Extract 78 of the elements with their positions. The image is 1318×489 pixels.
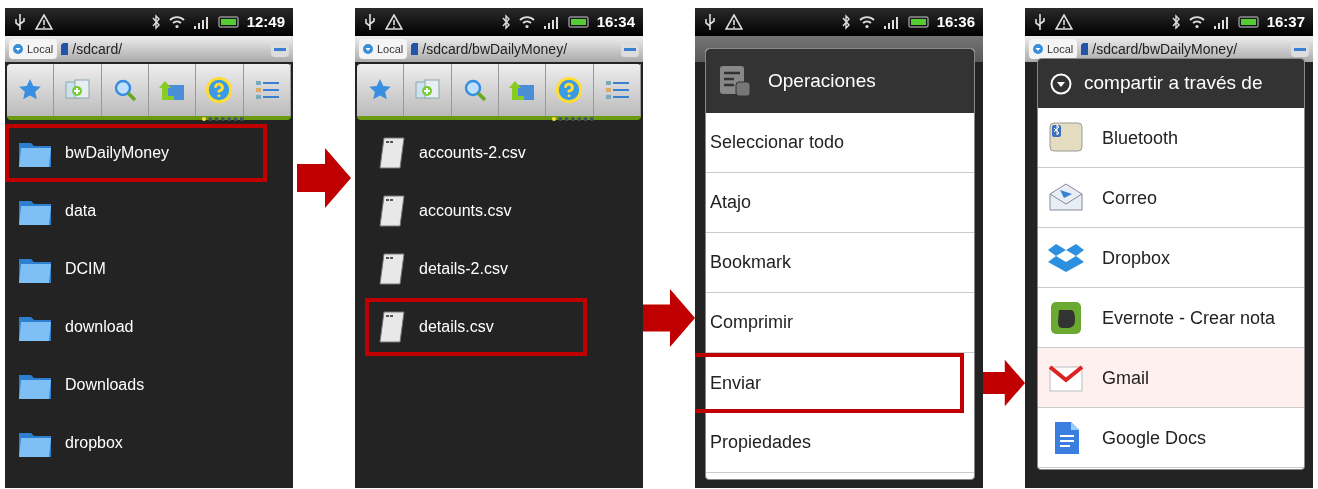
clock-time: 16:34 [596, 11, 635, 32]
arrow-icon [643, 288, 695, 348]
clock-time: 12:49 [246, 11, 285, 32]
dialog-title: compartir a través de [1084, 71, 1263, 96]
bluetooth-icon [500, 14, 511, 30]
file-list-item[interactable]: dropbox [5, 414, 267, 472]
share-option[interactable]: Correo [1038, 168, 1304, 228]
document-icon [377, 310, 407, 344]
signal-icon [192, 15, 209, 29]
battery-icon [1236, 16, 1259, 28]
menu-item[interactable]: Seleccionar todo [706, 113, 974, 173]
collapse-button[interactable] [271, 41, 289, 57]
dropdown-icon [1033, 44, 1043, 54]
battery-icon [216, 16, 239, 28]
sd-card-icon [411, 43, 419, 55]
signal-icon [882, 15, 899, 29]
warning-icon [1055, 14, 1073, 30]
help-icon [205, 76, 234, 104]
folder-path: /sdcard/ [72, 39, 123, 59]
signal-icon [542, 15, 559, 29]
file-list-item[interactable]: accounts-2.csv [365, 124, 587, 182]
help-icon [555, 76, 584, 104]
bluetooth-icon [1170, 14, 1181, 30]
sd-card-icon [61, 43, 69, 55]
signal-icon [1212, 15, 1229, 29]
file-list-item[interactable]: data [5, 182, 267, 240]
page-dots-drawing [201, 116, 245, 122]
menu-item[interactable]: Atajo [706, 173, 974, 233]
wifi-icon [1188, 15, 1205, 29]
battery-icon [906, 16, 929, 28]
wifi-icon [858, 15, 875, 29]
location-dropdown[interactable]: Local [9, 39, 58, 59]
usb-icon [363, 13, 377, 31]
location-dropdown[interactable]: Local [359, 39, 408, 59]
menu-item[interactable]: Bookmark [706, 233, 974, 293]
collapse-button[interactable] [1291, 41, 1309, 57]
usb-icon [1033, 13, 1047, 31]
dropdown-icon [363, 44, 373, 54]
file-list-item[interactable]: DCIM [5, 240, 267, 298]
wifi-icon [518, 15, 535, 29]
bluetooth-icon [150, 14, 161, 30]
warning-icon [35, 14, 53, 30]
clock-time: 16:36 [936, 11, 975, 32]
clock-time: 16:37 [1266, 11, 1305, 32]
document-icon [377, 194, 407, 228]
wifi-icon [168, 15, 185, 29]
share-option[interactable]: Dropbox [1038, 228, 1304, 288]
menu-item[interactable]: Enviar [695, 353, 964, 413]
usb-icon [13, 13, 27, 31]
dialog-title: Operaciones [768, 68, 876, 93]
warning-icon [385, 14, 403, 30]
menu-item[interactable]: Propiedades [706, 413, 974, 473]
file-list-item[interactable]: Downloads [5, 356, 267, 414]
folder-path: /sdcard/bwDailyMoney/ [1092, 39, 1238, 59]
menu-item[interactable]: Comprimir [706, 293, 974, 353]
file-list-item[interactable]: details.csv [365, 298, 587, 356]
battery-icon [566, 16, 589, 28]
page-dots-drawing [551, 116, 595, 122]
collapse-button[interactable] [621, 41, 639, 57]
arrow-icon [297, 148, 351, 208]
document-icon [377, 136, 407, 170]
location-dropdown[interactable]: Local [1029, 39, 1078, 59]
dropdown-icon [13, 44, 23, 54]
sd-card-icon [1081, 43, 1089, 55]
file-list-item[interactable]: details-2.csv [365, 240, 587, 298]
usb-icon [703, 13, 717, 31]
share-option[interactable]: Google Docs [1038, 408, 1304, 468]
file-list-item[interactable]: download [5, 298, 267, 356]
share-option[interactable]: Gmail [1038, 348, 1304, 408]
warning-icon [725, 14, 743, 30]
bluetooth-icon [840, 14, 851, 30]
dropdown-icon [1050, 72, 1072, 95]
document-icon [377, 252, 407, 286]
document-stack-icon [718, 64, 752, 98]
folder-path: /sdcard/bwDailyMoney/ [422, 39, 568, 59]
share-option[interactable]: Bluetooth [1038, 108, 1304, 168]
file-list-item[interactable]: accounts.csv [365, 182, 587, 240]
file-list-item[interactable]: bwDailyMoney [5, 124, 267, 182]
